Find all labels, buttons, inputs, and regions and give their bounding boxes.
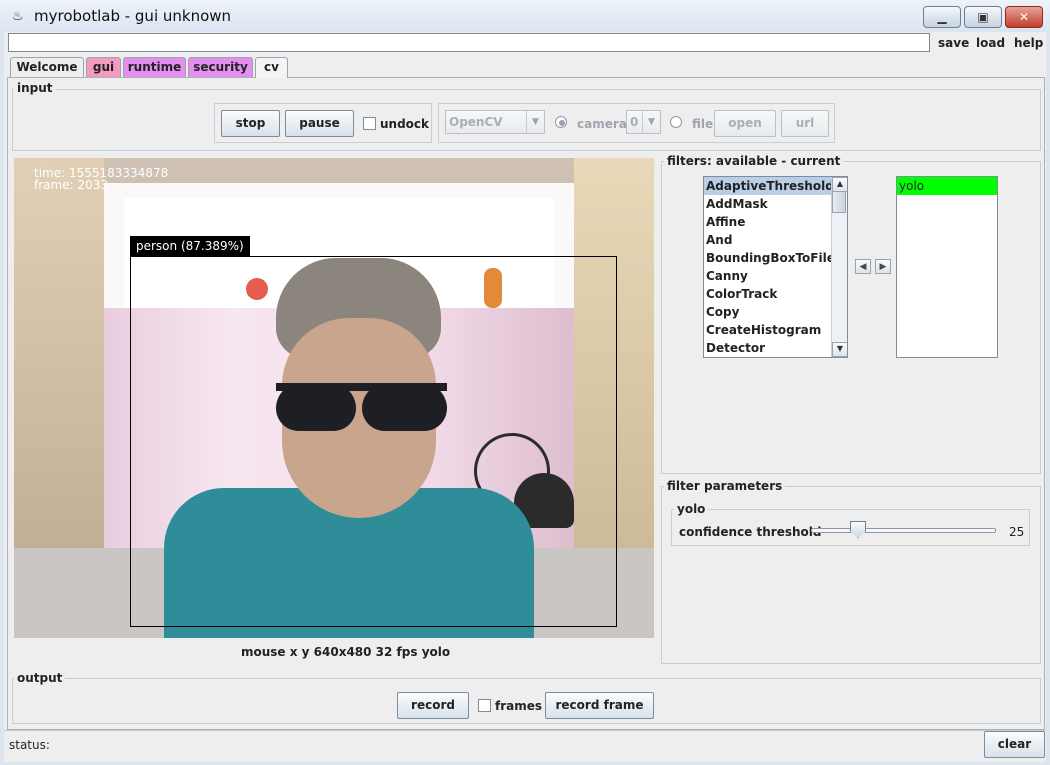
scroll-thumb[interactable] (832, 191, 846, 213)
url-button[interactable]: url (781, 110, 829, 137)
open-button[interactable]: open (714, 110, 776, 137)
file-radio[interactable] (670, 116, 682, 128)
record-frame-button[interactable]: record frame (545, 692, 654, 719)
detection-box (130, 256, 617, 627)
tab-security[interactable]: security (188, 57, 253, 77)
grabber-select[interactable]: OpenCV ▼ (445, 110, 545, 134)
video-display[interactable]: time: 1555183334878 frame: 2033 person (… (14, 158, 654, 638)
scroll-down-icon[interactable]: ▼ (832, 342, 847, 357)
current-filters-list[interactable]: yolo (896, 176, 998, 358)
minimize-button[interactable]: ▁ (923, 6, 961, 28)
tab-gui[interactable]: gui (86, 57, 121, 77)
command-input[interactable] (8, 33, 930, 52)
camera-index-select[interactable]: 0 ▼ (626, 110, 661, 134)
list-item[interactable]: Detector (704, 339, 847, 357)
list-item[interactable]: BoundingBoxToFile (704, 249, 847, 267)
maximize-button[interactable]: ▣ (964, 6, 1002, 28)
confidence-slider[interactable] (811, 528, 996, 533)
undock-checkbox[interactable] (363, 117, 376, 130)
frame-overlay: frame: 2033 (34, 178, 108, 192)
clear-button[interactable]: clear (984, 731, 1045, 758)
list-item[interactable]: Canny (704, 267, 847, 285)
camera-index-value: 0 (630, 115, 639, 129)
add-filter-button[interactable]: ▶ (875, 259, 891, 274)
window-title: myrobotlab - gui unknown (34, 7, 232, 25)
list-item[interactable]: And (704, 231, 847, 249)
chevron-down-icon: ▼ (526, 111, 544, 133)
list-item[interactable]: Affine (704, 213, 847, 231)
undock-label: undock (380, 117, 430, 131)
output-group-title: output (14, 671, 66, 685)
video-status: mouse x y 640x480 32 fps yolo (241, 645, 451, 659)
tab-welcome[interactable]: Welcome (10, 57, 84, 77)
confidence-value: 25 (1009, 525, 1025, 539)
list-item[interactable]: ColorTrack (704, 285, 847, 303)
frames-checkbox[interactable] (478, 699, 491, 712)
camera-label: camera (577, 117, 627, 131)
confidence-threshold-label: confidence threshold (679, 525, 822, 539)
frames-label: frames (495, 699, 543, 713)
load-link[interactable]: load (976, 36, 1005, 50)
filters-group-title: filters: available - current (664, 154, 844, 168)
camera-radio[interactable] (555, 116, 567, 128)
list-item[interactable]: yolo (897, 177, 997, 195)
input-group-title: input (14, 81, 56, 95)
list-item[interactable]: AdaptiveThreshold (704, 177, 834, 195)
save-link[interactable]: save (938, 36, 969, 50)
stop-button[interactable]: stop (221, 110, 280, 137)
help-link[interactable]: help (1014, 36, 1043, 50)
tab-cv[interactable]: cv (255, 57, 288, 78)
list-item[interactable]: Copy (704, 303, 847, 321)
list-item[interactable]: AddMask (704, 195, 847, 213)
status-bar (4, 730, 1046, 760)
yolo-parameters-title: yolo (674, 502, 709, 516)
grabber-select-value: OpenCV (449, 115, 503, 129)
close-button[interactable]: ✕ (1005, 6, 1043, 28)
scroll-up-icon[interactable]: ▲ (832, 177, 847, 192)
tab-runtime[interactable]: runtime (123, 57, 186, 77)
remove-filter-button[interactable]: ◀ (855, 259, 871, 274)
file-label: file (692, 117, 714, 131)
radio-dot-icon (559, 120, 565, 126)
chevron-down-icon: ▼ (642, 111, 660, 133)
app-icon: ♨ (12, 9, 24, 24)
available-filters-list[interactable]: AdaptiveThreshold AddMask Affine And Bou… (703, 176, 848, 358)
record-button[interactable]: record (397, 692, 469, 719)
filter-parameters-title: filter parameters (664, 479, 786, 493)
status-label: status: (9, 738, 50, 752)
pause-button[interactable]: pause (285, 110, 354, 137)
list-scrollbar[interactable]: ▲ ▼ (831, 177, 847, 357)
detection-label: person (87.389%) (130, 236, 250, 256)
list-item[interactable]: CreateHistogram (704, 321, 847, 339)
